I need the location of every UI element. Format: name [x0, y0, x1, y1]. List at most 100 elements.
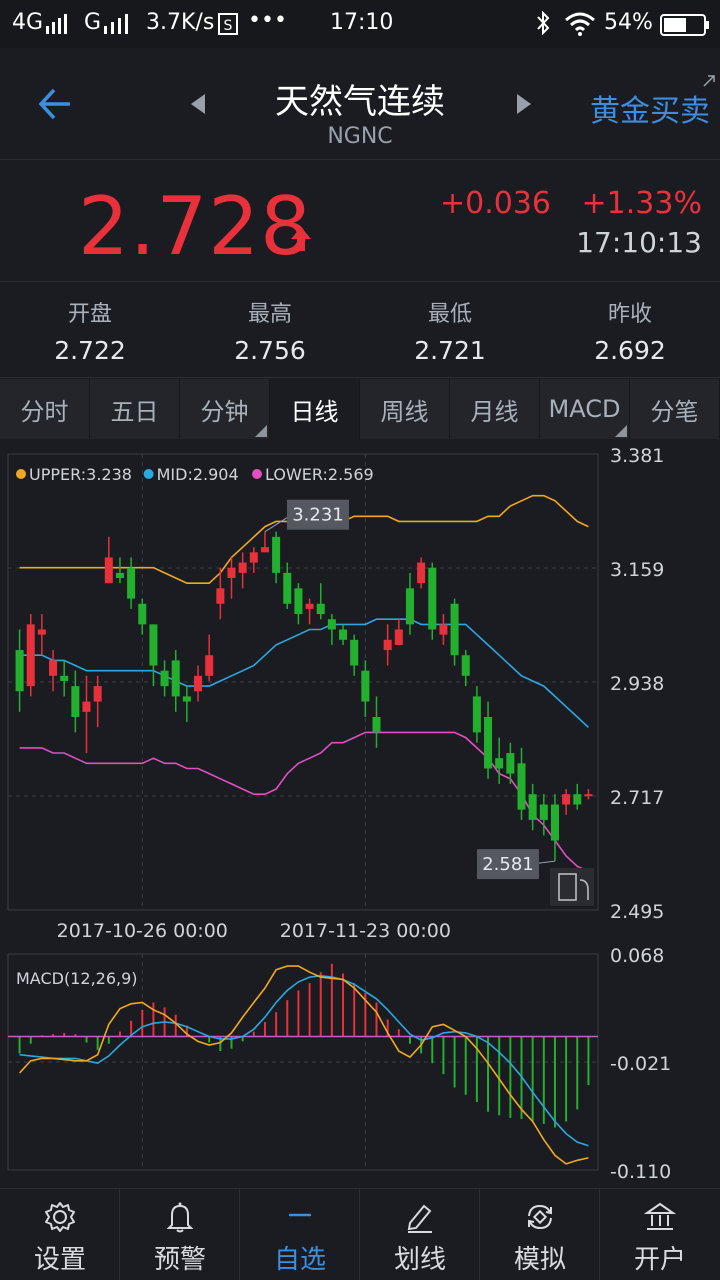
bluetooth-icon: [537, 11, 550, 36]
tab-5[interactable]: 月线: [450, 379, 540, 439]
candle-body: [550, 804, 559, 841]
stats-row: 开盘 2.722 最高 2.756 最低 2.721 昨收 2.692: [0, 282, 720, 378]
clock: 17:10: [330, 10, 394, 35]
y-tick-label: 3.159: [610, 559, 664, 581]
candle-body: [294, 588, 303, 615]
candle-body: [394, 629, 403, 645]
tab-1[interactable]: 五日: [90, 379, 180, 439]
macd-y-tick-label: -0.021: [610, 1053, 671, 1075]
pen-icon: [407, 1204, 432, 1233]
network-type: 4G: [12, 10, 44, 35]
stat-label: 昨收: [607, 302, 652, 327]
nav-item-2[interactable]: 自选: [240, 1189, 360, 1280]
settings-gear-icon: [45, 1202, 75, 1232]
tab-submenu-indicator: [615, 425, 627, 437]
tab-label: MACD: [548, 395, 621, 423]
nav-label: 模拟: [513, 1245, 566, 1275]
candle-body: [227, 567, 236, 579]
tab-6[interactable]: MACD: [540, 379, 630, 439]
candle-body: [104, 557, 113, 584]
gold-trade-button[interactable]: 黄金买卖: [590, 86, 710, 130]
candle-body: [15, 650, 24, 692]
y-tick-label: 2.717: [610, 787, 664, 809]
candle-body: [439, 624, 448, 635]
candle-body: [26, 624, 35, 687]
macd-y-tick-label: 0.068: [610, 945, 664, 967]
tab-label: 日线: [290, 397, 339, 426]
candlestick-chart[interactable]: 3.381 3.159 2.938 2.717 2.495 2017-10-26 00:0…: [0, 440, 720, 940]
nav-item-4[interactable]: 模拟: [480, 1189, 600, 1280]
signal-icon: [46, 14, 67, 34]
sync-icon: [528, 1204, 552, 1230]
bottom-nav: 设置 预警 自选 划线 模拟 开户: [0, 1188, 720, 1280]
minus-icon: [289, 1213, 311, 1217]
nav-item-0[interactable]: 设置: [0, 1189, 120, 1280]
macd-dea-line: [19, 974, 589, 1147]
tab-3[interactable]: 日线: [270, 379, 360, 439]
macd-y-tick-label: -0.110: [610, 1161, 671, 1183]
tab-0[interactable]: 分时: [0, 379, 90, 439]
candle-body: [305, 603, 314, 609]
candle-body: [405, 588, 414, 625]
candle-body: [37, 629, 46, 635]
candle-body: [260, 547, 269, 553]
svg-text:S: S: [224, 18, 233, 34]
candle-body: [562, 794, 571, 805]
candle-body: [506, 753, 515, 774]
tab-2[interactable]: 分钟: [180, 379, 270, 439]
nav-item-1[interactable]: 预警: [120, 1189, 240, 1280]
macd-chart[interactable]: 0.068 -0.021 -0.110 MACD(12,26,9): [0, 944, 720, 1184]
nav-item-5[interactable]: 开户: [600, 1189, 720, 1280]
signal-icon-2: [104, 14, 128, 34]
small-corner-icon: [703, 75, 715, 87]
tab-label: 分钟: [200, 397, 249, 426]
legend-label: MID:2.904: [157, 465, 239, 484]
stat-low: 最低 2.721: [360, 296, 540, 365]
legend-dot: [143, 469, 154, 479]
nav-item-3[interactable]: 划线: [360, 1189, 480, 1280]
tab-submenu-indicator: [255, 425, 267, 437]
x-tick-label: 2017-10-26 00:00: [57, 920, 228, 940]
candle-body: [182, 696, 191, 702]
nav-label: 自选: [273, 1245, 326, 1275]
x-tick-label: 2017-11-23 00:00: [280, 920, 451, 940]
candle-body: [171, 660, 180, 697]
legend-label: LOWER:2.569: [265, 465, 374, 484]
rotate-screen-icon[interactable]: [550, 868, 594, 906]
stat-high: 最高 2.756: [180, 296, 360, 365]
next-instrument-icon[interactable]: [514, 92, 534, 116]
candle-body: [82, 701, 91, 712]
candle-body: [361, 670, 370, 702]
tab-label: 月线: [470, 397, 519, 426]
y-tick-label: 2.495: [610, 901, 664, 923]
tab-label: 周线: [380, 397, 429, 426]
stat-label: 开盘: [67, 302, 112, 327]
tab-4[interactable]: 周线: [360, 379, 450, 439]
stat-value: 2.756: [234, 336, 306, 365]
legend-dot: [16, 469, 26, 479]
price-up-arrow-icon: [291, 227, 311, 251]
more-notifications: •••: [248, 8, 287, 33]
stat-label: 最低: [427, 302, 472, 327]
candle-body: [517, 763, 526, 810]
tab-7[interactable]: 分笔: [630, 379, 720, 439]
bell-icon: [166, 1202, 194, 1233]
candle-body: [49, 660, 58, 676]
candle-body: [160, 670, 169, 687]
price-change-percent: +1.33%: [581, 186, 702, 221]
stat-value: 2.722: [54, 336, 126, 365]
status-bar: 4G G 3.7K/s S ••• 17:10 54%: [0, 0, 720, 48]
candle-body: [249, 552, 258, 563]
tab-label: 分笔: [650, 397, 699, 426]
candle-body: [138, 603, 147, 625]
candle-body: [428, 567, 437, 630]
candle-body: [115, 572, 124, 579]
y-tick-label: 2.938: [610, 673, 664, 695]
candle-body: [194, 675, 203, 692]
candle-body: [539, 804, 548, 820]
candle-body: [495, 758, 504, 769]
candle-body: [472, 696, 481, 733]
period-tabs: 分时 五日 分钟 日线 周线 月线 MACD 分笔: [0, 379, 720, 439]
candle-body: [327, 619, 336, 630]
candle-body: [461, 655, 470, 676]
